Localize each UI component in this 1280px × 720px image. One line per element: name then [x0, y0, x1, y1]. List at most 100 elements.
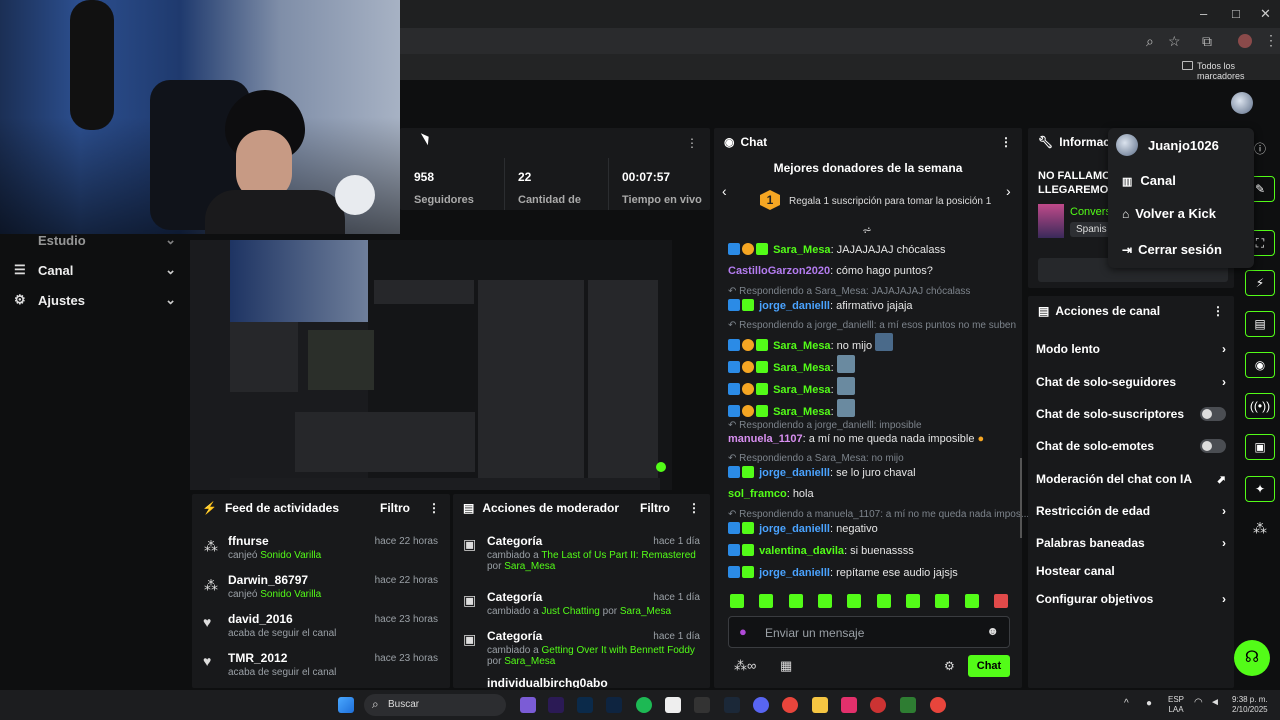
- badge-icon: [728, 383, 740, 395]
- volume-icon[interactable]: ◄: [1210, 697, 1220, 708]
- chat-message: Sara_Mesa:: [728, 399, 857, 418]
- rail-tools-button[interactable]: ✦: [1245, 476, 1275, 502]
- badge-icon: [728, 566, 740, 578]
- epic-icon[interactable]: [694, 697, 710, 713]
- emote-icon[interactable]: [876, 594, 891, 608]
- emote-icon[interactable]: [935, 594, 950, 608]
- category-name[interactable]: Convers: [1070, 206, 1111, 218]
- toggle-switch[interactable]: [1200, 439, 1226, 453]
- feed-filter-button[interactable]: Filtro: [380, 501, 410, 515]
- more-icon[interactable]: ⋮: [428, 501, 440, 515]
- emote-icon[interactable]: [730, 594, 744, 608]
- taskbar-search[interactable]: ⌕ Buscar: [364, 694, 506, 716]
- chrome-icon[interactable]: [782, 697, 798, 713]
- rail-mod-button[interactable]: ▣: [1245, 434, 1275, 460]
- scrollbar[interactable]: [1020, 458, 1022, 538]
- rail-chat-button[interactable]: ◉: [1245, 352, 1275, 378]
- menu-item-canal[interactable]: ▥ Canal: [1122, 173, 1176, 188]
- action-subscribers-only[interactable]: Chat de solo-suscriptores: [1036, 398, 1226, 430]
- user-avatar[interactable]: [1231, 92, 1253, 114]
- chevron-up-icon[interactable]: ^: [1124, 698, 1129, 709]
- toggle-switch[interactable]: [1200, 407, 1226, 421]
- capture-icon: ⛶: [1255, 236, 1265, 250]
- headset-icon: ☊: [1244, 649, 1260, 666]
- clock[interactable]: 9:38 p. m. 2/10/2025: [1232, 695, 1268, 715]
- chevron-right-icon[interactable]: ›: [1006, 183, 1011, 199]
- bookmarks-label[interactable]: Todos los marcadores: [1197, 61, 1280, 81]
- app-icon[interactable]: [841, 697, 857, 713]
- wifi-icon[interactable]: ◠: [1194, 697, 1203, 708]
- action-followers-only[interactable]: Chat de solo-seguidores ›: [1036, 366, 1226, 398]
- mic-icon[interactable]: ●: [739, 624, 747, 639]
- pin-icon[interactable]: ⩫: [862, 223, 872, 237]
- chat-message: Sara_Mesa: no mijo: [728, 333, 895, 352]
- folder-icon[interactable]: [812, 697, 828, 713]
- action-emotes-only[interactable]: Chat de solo-emotes: [1036, 430, 1226, 462]
- badge-icon: [728, 361, 740, 373]
- more-icon[interactable]: ⋮: [688, 501, 700, 515]
- sidebar-item-ajustes[interactable]: ⚙ Ajustes ⌄: [0, 286, 190, 314]
- points-icon[interactable]: ⁂: [1253, 520, 1267, 537]
- chrome-icon[interactable]: [930, 697, 946, 713]
- extensions-icon[interactable]: ⧉: [1202, 33, 1212, 50]
- more-icon[interactable]: ⋮: [1000, 135, 1012, 149]
- emote-icon[interactable]: [817, 594, 832, 608]
- sidebar-item-canal[interactable]: ☰ Canal ⌄: [0, 256, 190, 284]
- emote-icon[interactable]: [788, 594, 803, 608]
- external-link-icon: ⬈: [1216, 473, 1226, 486]
- discord-icon[interactable]: [753, 697, 769, 713]
- spotify-icon[interactable]: [636, 697, 652, 713]
- emote-icon[interactable]: [905, 594, 920, 608]
- more-icon[interactable]: ⋮: [686, 136, 698, 150]
- chat-message: sol_framco: hola: [728, 488, 814, 500]
- rail-bolt-button[interactable]: ⚡︎: [1245, 270, 1275, 296]
- gear-icon[interactable]: ⚙: [944, 659, 955, 673]
- support-button[interactable]: ☊: [1234, 640, 1270, 676]
- emote-icon[interactable]: [847, 594, 862, 608]
- emoji-icon[interactable]: ☻: [986, 624, 999, 638]
- more-icon[interactable]: ⋮: [1212, 304, 1224, 318]
- rank-badge: 1: [760, 190, 780, 210]
- mod-action-item: ▣ Categoría hace 1 día cambiado a Gettin…: [463, 629, 700, 667]
- mod-filter-button[interactable]: Filtro: [640, 501, 670, 515]
- close-icon[interactable]: ✕: [1260, 6, 1271, 22]
- zoom-icon[interactable]: ⌕: [1146, 33, 1154, 50]
- chat-send-button[interactable]: Chat: [968, 655, 1010, 677]
- action-age-restriction[interactable]: Restricción de edad ›: [1036, 495, 1226, 527]
- emote: [836, 355, 855, 373]
- info-icon[interactable]: ⓘ: [1254, 140, 1266, 157]
- points-icon: ⁂: [204, 577, 218, 593]
- windows-start-icon[interactable]: [338, 697, 354, 713]
- rail-notes-button[interactable]: ▤: [1245, 311, 1275, 337]
- premiere-icon[interactable]: [548, 697, 564, 713]
- chat-input[interactable]: ● Enviar un mensaje ☻: [728, 616, 1010, 648]
- chevron-left-icon[interactable]: ‹: [722, 183, 727, 199]
- menu-item-logout[interactable]: ⇥ Cerrar sesión: [1122, 242, 1222, 257]
- store-icon[interactable]: ▦: [780, 658, 792, 674]
- lightroom-icon[interactable]: [606, 697, 622, 713]
- action-slow-mode[interactable]: Modo lento ›: [1036, 333, 1226, 365]
- emote-icon[interactable]: [993, 594, 1008, 608]
- points-icon[interactable]: ⁂∞: [734, 658, 756, 674]
- emote-icon[interactable]: [759, 594, 774, 608]
- app-icon[interactable]: [870, 697, 886, 713]
- xbox-icon[interactable]: [900, 697, 916, 713]
- photoshop-icon[interactable]: [577, 697, 593, 713]
- app-icon[interactable]: [520, 697, 536, 713]
- menu-item-volver[interactable]: ⌂ Volver a Kick: [1122, 206, 1216, 221]
- mic-icon[interactable]: ●: [1146, 698, 1152, 709]
- language-indicator[interactable]: ESP LAA: [1168, 695, 1184, 715]
- more-icon[interactable]: ⋮: [1264, 32, 1278, 49]
- chevron-down-icon: ⌄: [165, 262, 176, 277]
- minimize-icon[interactable]: –: [1200, 6, 1207, 21]
- maximize-icon[interactable]: □: [1232, 6, 1240, 21]
- steam-icon[interactable]: [724, 697, 740, 713]
- profile-avatar[interactable]: [1238, 34, 1252, 48]
- star-icon[interactable]: ☆: [1168, 33, 1181, 50]
- action-goals[interactable]: Configurar objetivos ›: [1036, 583, 1226, 615]
- sidebar-item-label: Ajustes: [38, 292, 85, 308]
- rail-broadcast-button[interactable]: ((•)): [1245, 393, 1275, 419]
- action-ai-moderation[interactable]: Moderación del chat con IA ⬈: [1036, 463, 1226, 495]
- emote-icon[interactable]: [964, 594, 979, 608]
- app-icon[interactable]: [665, 697, 681, 713]
